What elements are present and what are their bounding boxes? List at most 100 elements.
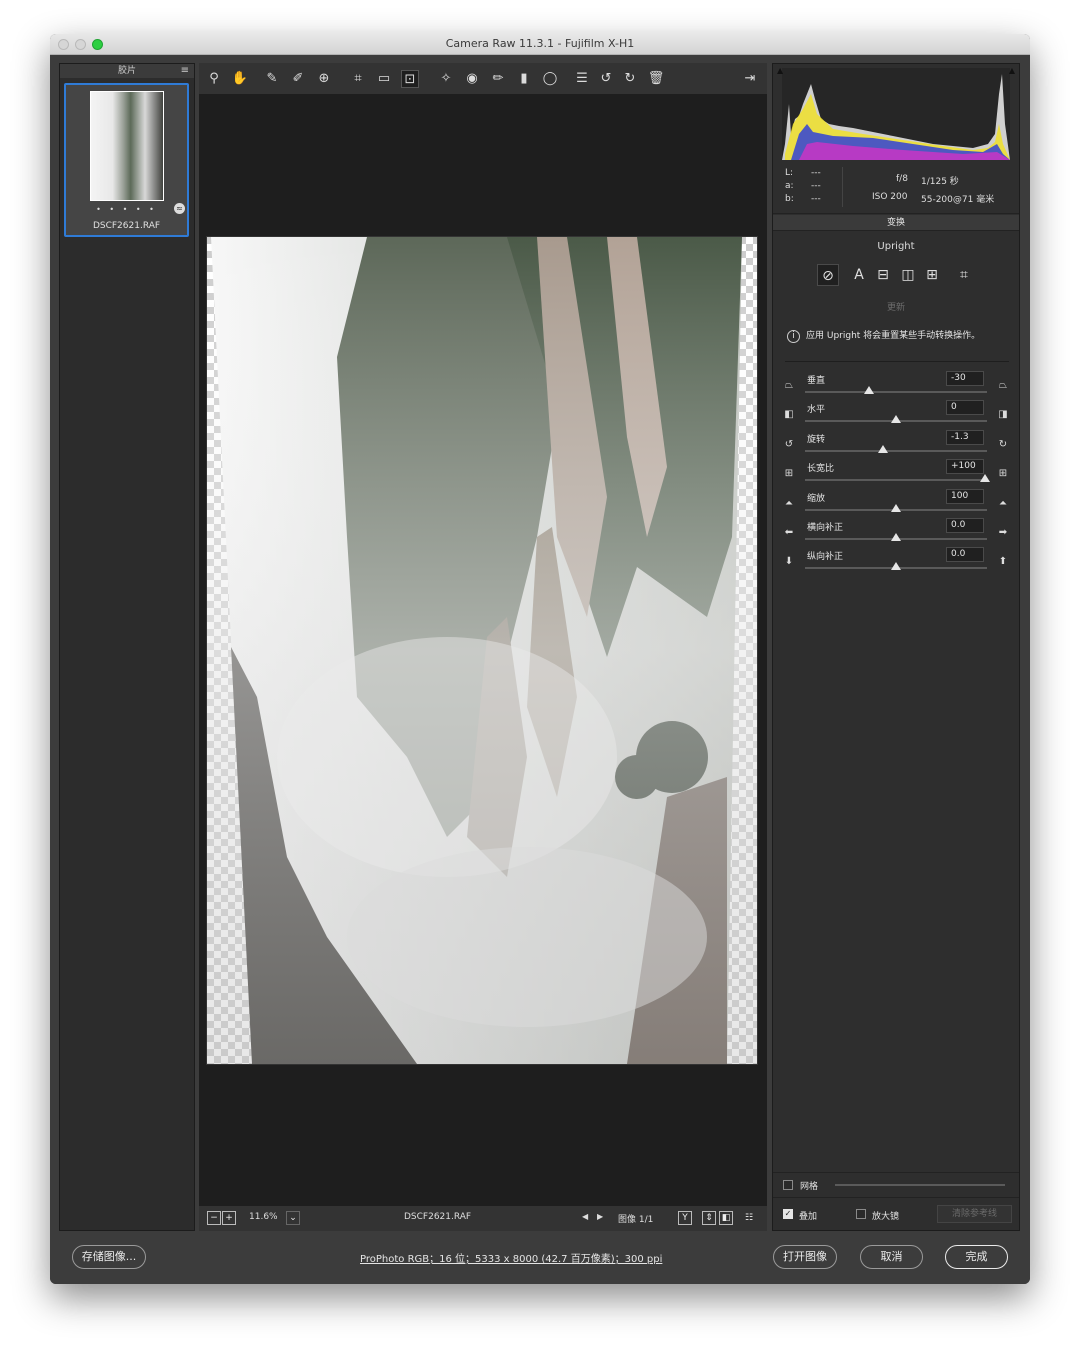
filmstrip-thumbnail[interactable]: • • • • • ≈ DSCF2621.RAF [64, 83, 189, 237]
rotate-left-icon: ↺ [784, 438, 794, 450]
horizontal-value-field[interactable]: 0 [946, 400, 984, 416]
white-balance-tool-icon[interactable]: ✎ [263, 70, 281, 88]
preferences-icon[interactable]: ☰ [573, 70, 591, 88]
aspect-slider-thumb[interactable] [980, 474, 991, 483]
zoom-out-button[interactable]: − [207, 1211, 221, 1225]
clear-guides-button[interactable]: 清除参考线 [937, 1205, 1012, 1223]
upright-vertical-icon[interactable]: ◫ [897, 264, 919, 286]
offset-x-slider-thumb[interactable] [891, 533, 901, 541]
overlay-checkbox[interactable]: ✓ [783, 1209, 793, 1219]
upright-auto-icon[interactable]: A [848, 264, 870, 286]
red-eye-tool-icon[interactable]: ◉ [463, 70, 481, 88]
toggle-settings-button[interactable]: ☷ [742, 1211, 756, 1225]
info-icon: i [787, 330, 800, 343]
slider-row-vertical: ⏢ 垂直 -30 ⏢ [773, 371, 1019, 400]
offset-y-value-field[interactable]: 0.0 [946, 547, 984, 563]
histogram-graph [782, 68, 1010, 160]
settings-badge-icon: ≈ [174, 203, 185, 214]
upright-info-message: i 应用 Upright 将会重置某些手动转换操作。 [787, 328, 1012, 343]
horizontal-slider-thumb[interactable] [891, 415, 901, 424]
before-after-view-button[interactable]: Y [678, 1211, 692, 1225]
preview-photo[interactable] [206, 236, 758, 1065]
vertical-value-field[interactable]: -30 [946, 371, 984, 386]
aspect-value-field[interactable]: +100 [946, 459, 984, 475]
zoom-tool-icon[interactable]: ⚲ [205, 70, 223, 88]
rotate-value-field[interactable]: -1.3 [946, 429, 984, 445]
prev-image-icon[interactable]: ◀ [582, 1212, 588, 1221]
offset-x-value-field[interactable]: 0.0 [946, 518, 984, 533]
targeted-adjustment-tool-icon[interactable]: ⊕ [315, 70, 333, 88]
zoom-dropdown-icon[interactable]: ⌄ [286, 1211, 300, 1225]
straighten-tool-icon[interactable]: ▭ [375, 70, 393, 88]
update-button[interactable]: 更新 [773, 300, 1019, 313]
offset-y-label: 纵向补正 [807, 552, 844, 563]
done-button[interactable]: 完成 [945, 1245, 1008, 1269]
zoom-in-button[interactable]: + [222, 1211, 236, 1225]
aspect-slider-track[interactable] [805, 479, 987, 482]
lab-l-value: --- [811, 168, 821, 178]
swap-settings-button[interactable]: ⇕ [702, 1211, 716, 1225]
upright-full-icon[interactable]: ⊞ [921, 264, 943, 286]
slider-row-horizontal: ◧ 水平 0 ◨ [773, 400, 1019, 429]
overlay-label: 叠加 [799, 1212, 818, 1222]
adjustments-panel: ▲ ▲ L: a: b: --- --- --- f/8 1/125 秒 ISO… [772, 63, 1020, 1231]
rotate-left-icon[interactable]: ↺ [597, 70, 615, 88]
vertical-slider-track[interactable] [805, 391, 987, 393]
crop-tool-icon[interactable]: ⌗ [349, 70, 367, 88]
image-preview-area[interactable] [199, 94, 767, 1206]
filmstrip-header: 胶片 ≡ [60, 64, 194, 78]
slider-row-aspect: ⊞ 长宽比 +100 ⊞ [773, 459, 1019, 488]
open-image-button[interactable]: 打开图像 [773, 1245, 837, 1269]
graduated-filter-icon[interactable]: ▮ [515, 70, 533, 88]
spot-removal-tool-icon[interactable]: ✧ [437, 70, 455, 88]
copy-settings-button[interactable]: ◧ [719, 1211, 733, 1225]
slider-row-offset-x: ⬅ 横向补正 0.0 ➡ [773, 518, 1019, 547]
rotate-slider-thumb[interactable] [878, 444, 889, 453]
offset-x-label: 横向补正 [807, 523, 844, 533]
lab-a-value: --- [811, 181, 821, 191]
camera-raw-window: Camera Raw 11.3.1 - Fujifilm X-H1 胶片 ≡ •… [50, 34, 1030, 1284]
lab-b-value: --- [811, 194, 821, 204]
aspect-label: 长宽比 [807, 464, 835, 475]
filmstrip-menu-icon[interactable]: ≡ [181, 64, 189, 78]
horizontal-label: 水平 [807, 405, 826, 416]
rotate-label: 旋转 [807, 434, 826, 445]
grid-checkbox[interactable] [783, 1180, 793, 1190]
next-image-icon[interactable]: ▶ [597, 1212, 603, 1221]
upright-level-icon[interactable]: ⊟ [872, 264, 894, 286]
radial-filter-icon[interactable]: ◯ [541, 70, 559, 88]
highlight-clipping-icon[interactable]: ▲ [1009, 66, 1015, 75]
rotate-slider-track[interactable] [805, 449, 987, 452]
photo-render [207, 237, 757, 1064]
offset-x-left-icon: ⬅ [784, 527, 794, 538]
delete-icon[interactable]: 🗑 [647, 70, 665, 88]
scale-slider-thumb[interactable] [891, 503, 901, 512]
hand-tool-icon[interactable]: ✋ [231, 70, 249, 88]
thumbnail-filename: DSCF2621.RAF [92, 221, 161, 231]
scale-value-field[interactable]: 100 [946, 488, 984, 504]
cancel-button[interactable]: 取消 [860, 1245, 923, 1269]
grid-size-slider[interactable] [835, 1184, 1005, 1186]
vertical-right-icon: ⏢ [999, 380, 1007, 391]
export-icon[interactable]: ⇥ [741, 70, 759, 88]
offset-x-right-icon: ➡ [998, 527, 1008, 538]
adjustment-brush-icon[interactable]: ✏ [489, 70, 507, 88]
workflow-options-link[interactable]: ProPhoto RGB；16 位；5333 x 8000 (42.7 百万像素… [360, 1250, 662, 1265]
save-image-button[interactable]: 存储图像... [72, 1245, 146, 1269]
upright-guided-icon[interactable]: ⌗ [953, 264, 975, 286]
divider [785, 361, 1009, 362]
upright-off-icon[interactable]: ⊘ [817, 264, 839, 286]
scale-left-icon: ⏶ [785, 497, 793, 509]
vertical-slider-thumb[interactable] [863, 386, 874, 394]
loupe-checkbox[interactable] [856, 1209, 866, 1219]
rotate-right-icon[interactable]: ↻ [621, 70, 639, 88]
shadow-clipping-icon[interactable]: ▲ [777, 66, 783, 75]
rating-dots[interactable]: • • • • • [66, 205, 187, 214]
color-sampler-tool-icon[interactable]: ✐ [289, 70, 307, 88]
horizontal-left-icon: ◧ [784, 409, 794, 421]
info-text: 应用 Upright 将会重置某些手动转换操作。 [806, 331, 981, 341]
transform-tool-icon[interactable]: ⊡ [401, 70, 419, 88]
aspect-left-icon: ⊞ [784, 468, 794, 480]
offset-y-slider-thumb[interactable] [891, 562, 901, 571]
zoom-level[interactable]: 11.6% [249, 1212, 278, 1222]
